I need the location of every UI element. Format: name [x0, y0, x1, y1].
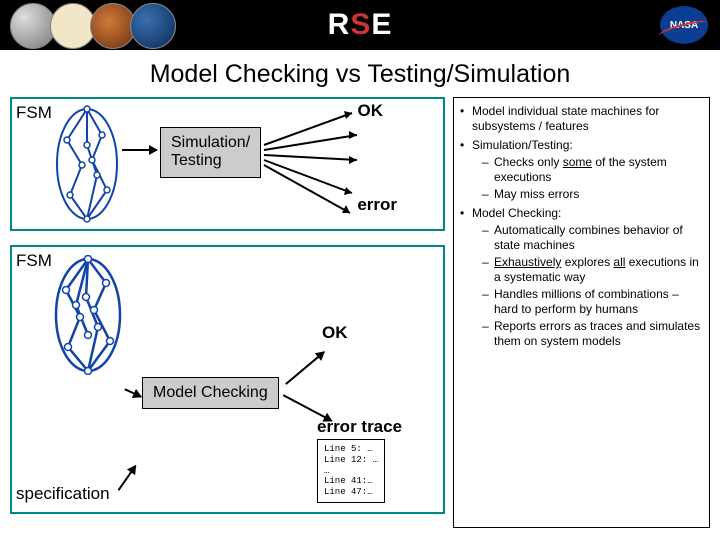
bullet-item: Model individual state machines for subs…: [458, 104, 701, 134]
process-box-simulation: Simulation/ Testing: [160, 127, 261, 178]
sub-bullet: Handles millions of combinations – hard …: [472, 287, 701, 317]
t: explores: [561, 255, 613, 269]
sub-bullet: Automatically combines behavior of state…: [472, 223, 701, 253]
sub-bullet: Reports errors as traces and simulates t…: [472, 319, 701, 349]
page-title: Model Checking vs Testing/Simulation: [0, 60, 720, 89]
process-label: Model Checking: [153, 384, 268, 401]
t: Reports errors as traces and simulates t…: [494, 319, 700, 348]
bullet-text: Simulation/Testing:: [472, 138, 573, 152]
ok-label: OK: [322, 323, 348, 343]
arrow-icon: [122, 149, 157, 151]
fsm-graph-icon: [52, 105, 122, 223]
t: Automatically combines behavior of state…: [494, 223, 683, 252]
process-label: Simulation/ Testing: [171, 134, 250, 169]
fsm-label: FSM: [16, 103, 52, 123]
bullet-item: Model Checking: Automatically combines b…: [458, 206, 701, 349]
rse-logo: RSE: [328, 8, 393, 42]
t: Exhaustively: [494, 255, 561, 269]
t: May miss errors: [494, 187, 579, 201]
sub-bullet: Exhaustively explores all executions in …: [472, 255, 701, 285]
t: all: [613, 255, 625, 269]
trace-box: Line 5: … Line 12: … … Line 41:… Line 47…: [317, 439, 385, 503]
spec-label: specification: [16, 484, 110, 504]
error-label: error: [357, 195, 397, 215]
fsm-graph-icon: [52, 255, 124, 375]
t: Handles millions of combinations – hard …: [494, 287, 679, 316]
arrow-icon: [285, 351, 325, 385]
arrow-icon: [124, 388, 141, 397]
planet-row: [10, 3, 170, 49]
ok-label: OK: [358, 101, 384, 121]
fsm-label: FSM: [16, 251, 52, 271]
earth-icon: [130, 3, 176, 49]
diagram-column: FSM Simulation/ Testing: [10, 97, 445, 528]
panel-simulation: FSM Simulation/ Testing: [10, 97, 445, 231]
t: some: [563, 155, 592, 169]
process-box-modelchecking: Model Checking: [142, 377, 279, 409]
nasa-logo: NASA: [660, 6, 708, 44]
sub-bullet: Checks only some of the system execution…: [472, 155, 701, 185]
banner: RSE NASA: [0, 0, 720, 50]
bullet-item: Simulation/Testing: Checks only some of …: [458, 138, 701, 202]
bullet-panel: Model individual state machines for subs…: [453, 97, 710, 528]
bullet-text: Model Checking:: [472, 206, 561, 220]
t: Checks only: [494, 155, 563, 169]
panel-model-checking: FSM specification Model C: [10, 245, 445, 514]
bullet-text: Model individual state machines for subs…: [472, 104, 659, 133]
error-trace-label: error trace: [317, 417, 402, 437]
sub-bullet: May miss errors: [472, 187, 701, 202]
arrow-icon: [118, 465, 137, 491]
